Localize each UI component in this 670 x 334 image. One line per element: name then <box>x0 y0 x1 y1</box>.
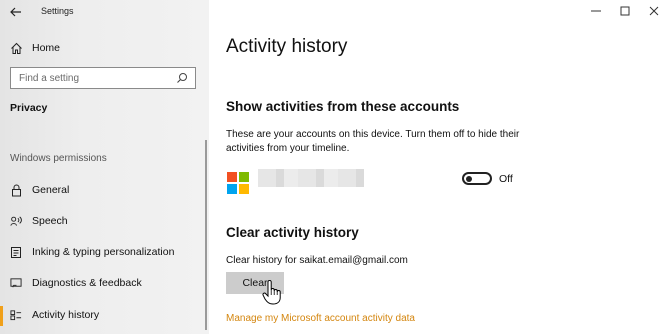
sidebar-item-diagnostics[interactable]: Diagnostics & feedback <box>10 275 142 291</box>
maximize-button[interactable] <box>616 3 634 19</box>
clear-heading: Clear activity history <box>226 225 359 240</box>
close-icon <box>649 6 659 16</box>
sidebar-item-general[interactable]: General <box>10 182 69 198</box>
maximize-icon <box>620 6 630 16</box>
manage-activity-data-link[interactable]: Manage my Microsoft account activity dat… <box>226 313 415 324</box>
lock-icon <box>10 183 22 197</box>
speech-icon <box>10 214 22 228</box>
home-icon <box>11 42 22 54</box>
group-label-windows-permissions: Windows permissions <box>10 153 107 164</box>
accounts-heading: Show activities from these accounts <box>226 99 460 114</box>
app-title: Settings <box>41 6 74 16</box>
sidebar-item-inking-typing[interactable]: Inking & typing personalization <box>10 244 174 260</box>
toggle-knob <box>466 175 472 182</box>
minimize-icon <box>591 10 601 12</box>
search-box[interactable] <box>10 67 196 89</box>
minimize-button[interactable] <box>587 3 605 19</box>
account-name-redacted <box>258 169 364 187</box>
back-arrow-icon <box>10 7 21 17</box>
search-input[interactable] <box>11 68 171 88</box>
clear-history-for-text: Clear history for saikat.email@gmail.com <box>226 255 408 266</box>
back-button[interactable] <box>8 4 24 20</box>
inking-icon <box>10 245 22 259</box>
sidebar-scrollbar[interactable] <box>205 140 207 330</box>
sidebar-item-label: General <box>32 184 70 196</box>
section-header-privacy: Privacy <box>10 102 48 114</box>
home-nav[interactable]: Home <box>10 40 60 56</box>
sidebar: Settings Home Privacy Windows permission… <box>0 0 209 334</box>
activity-icon <box>10 308 22 322</box>
sidebar-item-label: Inking & typing personalization <box>32 246 175 258</box>
sidebar-item-label: Diagnostics & feedback <box>32 277 142 289</box>
search-icon[interactable] <box>176 72 188 84</box>
sidebar-item-activity-history[interactable]: Activity history <box>10 307 99 323</box>
accounts-description: These are your accounts on this device. … <box>226 129 520 154</box>
toggle-state-label: Off <box>499 173 513 185</box>
hand-cursor-icon <box>262 280 281 305</box>
close-button[interactable] <box>645 3 663 19</box>
home-label: Home <box>32 42 61 54</box>
sidebar-item-speech[interactable]: Speech <box>10 213 68 229</box>
sidebar-item-label: Speech <box>32 215 68 227</box>
selected-indicator <box>0 306 3 326</box>
microsoft-logo-icon <box>227 172 249 194</box>
page-title: Activity history <box>226 36 348 57</box>
account-toggle[interactable] <box>462 172 492 185</box>
title-bar: Settings <box>0 0 209 24</box>
sidebar-item-label: Activity history <box>32 309 100 321</box>
diagnostics-icon <box>10 276 22 290</box>
